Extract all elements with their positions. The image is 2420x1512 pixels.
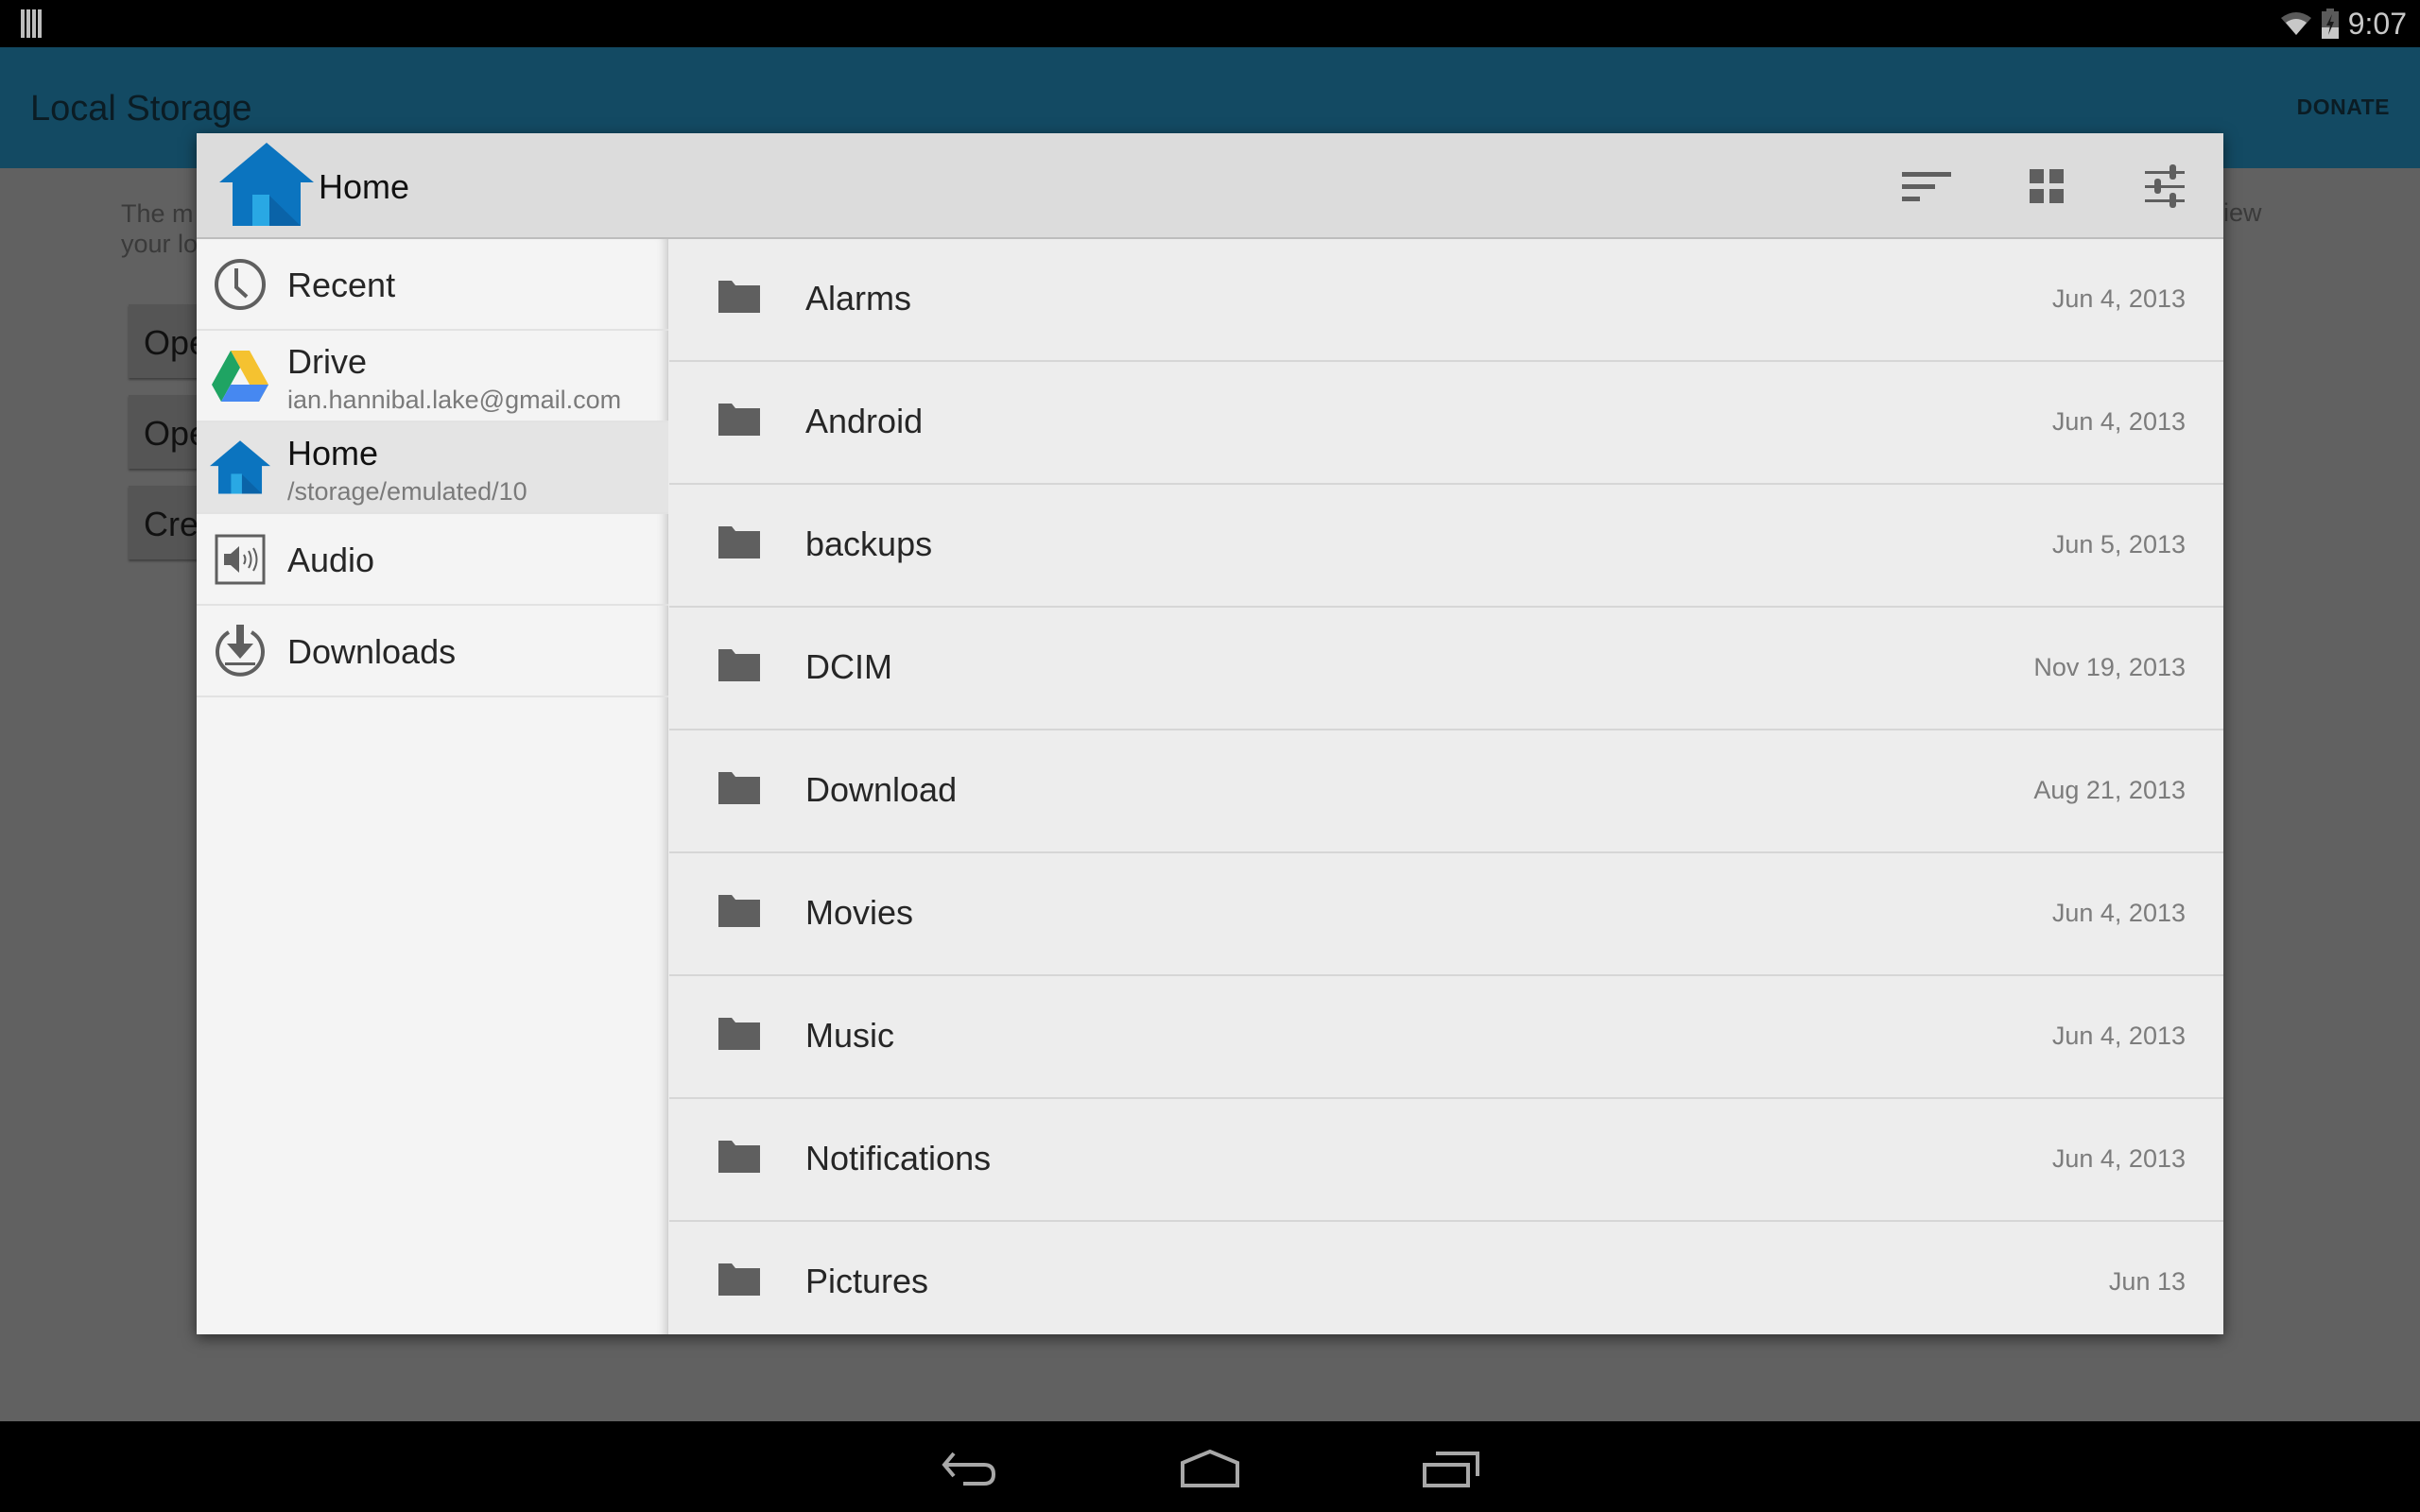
donate-button[interactable]: DONATE — [2297, 94, 2390, 120]
file-date: Jun 4, 2013 — [2051, 1144, 2186, 1173]
drive-icon — [212, 351, 268, 402]
file-date: Nov 19, 2013 — [2033, 653, 2186, 681]
file-date: Jun 4, 2013 — [2051, 1022, 2186, 1050]
file-row[interactable]: backups Jun 5, 2013 — [669, 485, 2223, 608]
sidebar-item-downloads[interactable]: Downloads — [197, 606, 668, 697]
grid-view-button[interactable] — [2009, 152, 2084, 220]
home-button[interactable] — [1163, 1440, 1257, 1497]
sidebar-item-audio[interactable]: Audio — [197, 514, 668, 606]
back-button[interactable] — [922, 1440, 1016, 1497]
sidebar-item-drive[interactable]: Drive ian.hannibal.lake@gmail.com — [197, 331, 668, 422]
settings-button[interactable] — [2127, 152, 2203, 220]
dialog-header: Home — [197, 133, 2223, 239]
file-date: Jun 4, 2013 — [2051, 899, 2186, 927]
file-row[interactable]: Music Jun 4, 2013 — [669, 976, 2223, 1099]
sidebar-item-subtitle: ian.hannibal.lake@gmail.com — [287, 386, 622, 414]
grid-view-icon — [2030, 169, 2064, 203]
navigation-bar — [0, 1421, 2420, 1512]
file-row[interactable]: DCIM Nov 19, 2013 — [669, 608, 2223, 730]
download-icon — [216, 625, 265, 677]
file-row[interactable]: Alarms Jun 4, 2013 — [669, 239, 2223, 362]
file-name: Notifications — [805, 1139, 992, 1177]
folder-icon — [718, 404, 760, 436]
folder-icon — [718, 895, 760, 927]
recents-icon — [1423, 1452, 1479, 1487]
description-line-1: The m — [121, 199, 194, 228]
folder-icon — [718, 1141, 760, 1173]
home-icon — [219, 143, 314, 226]
description-line-2: your lo — [121, 230, 199, 258]
audio-icon — [215, 534, 266, 585]
sort-button[interactable] — [1889, 152, 1964, 220]
folder-icon — [718, 649, 760, 681]
file-name: Music — [805, 1016, 895, 1055]
file-date: Jun 13 — [2108, 1267, 2186, 1296]
home-icon — [1181, 1450, 1239, 1487]
home-icon — [210, 440, 270, 494]
sidebar-item-label: Downloads — [287, 632, 457, 671]
clock-icon — [215, 259, 266, 310]
back-icon — [942, 1452, 996, 1486]
sidebar-item-label: Home — [287, 434, 379, 472]
folder-icon — [718, 772, 760, 804]
sidebar-item-recent[interactable]: Recent — [197, 239, 668, 331]
app-title: Local Storage — [30, 89, 252, 129]
folder-icon — [718, 526, 760, 558]
folder-icon — [718, 281, 760, 313]
dialog-title: Home — [319, 167, 410, 206]
description-text-right: iew — [2223, 198, 2262, 227]
recents-button[interactable] — [1404, 1440, 1498, 1497]
sidebar-item-home[interactable]: Home /storage/emulated/10 — [197, 422, 668, 514]
roots-sidebar: Recent Drive ian.hannibal.lake@gmail.com… — [197, 239, 668, 1334]
sidebar-item-label: Audio — [287, 541, 375, 579]
file-name: DCIM — [805, 647, 892, 686]
file-name: Download — [805, 770, 958, 809]
sort-icon — [1902, 172, 1951, 201]
sidebar-item-subtitle: /storage/emulated/10 — [287, 477, 527, 506]
file-date: Jun 5, 2013 — [2051, 530, 2186, 558]
file-name: Android — [805, 402, 924, 440]
document-picker-dialog: Home Recent Drive ian.hannibal.lake@gmai… — [197, 133, 2223, 1334]
file-name: Movies — [805, 893, 914, 932]
file-row[interactable]: Download Aug 21, 2013 — [669, 730, 2223, 853]
status-bar: 9:07 — [0, 0, 2420, 47]
status-icons: 9:07 — [2280, 0, 2407, 47]
folder-icon — [718, 1018, 760, 1050]
file-row[interactable]: Pictures Jun 13 — [669, 1222, 2223, 1334]
description-text: The m your lo — [121, 198, 198, 259]
battery-charging-icon — [2321, 9, 2339, 39]
file-row[interactable]: Android Jun 4, 2013 — [669, 362, 2223, 485]
clock-text: 9:07 — [2347, 6, 2407, 41]
notification-icon — [21, 9, 42, 38]
wifi-icon — [2280, 12, 2311, 35]
file-name: Alarms — [805, 279, 912, 318]
file-name: Pictures — [805, 1262, 929, 1300]
file-name: backups — [805, 524, 933, 563]
file-date: Aug 21, 2013 — [2033, 776, 2186, 804]
folder-icon — [718, 1263, 760, 1296]
file-date: Jun 4, 2013 — [2051, 407, 2186, 436]
file-list: Alarms Jun 4, 2013 Android Jun 4, 2013 backu… — [669, 239, 2223, 1334]
file-row[interactable]: Movies Jun 4, 2013 — [669, 853, 2223, 976]
file-row[interactable]: Notifications Jun 4, 2013 — [669, 1099, 2223, 1222]
sidebar-item-label: Drive — [287, 342, 368, 381]
settings-sliders-icon — [2145, 164, 2185, 208]
file-date: Jun 4, 2013 — [2051, 284, 2186, 313]
sidebar-item-label: Recent — [287, 266, 396, 304]
